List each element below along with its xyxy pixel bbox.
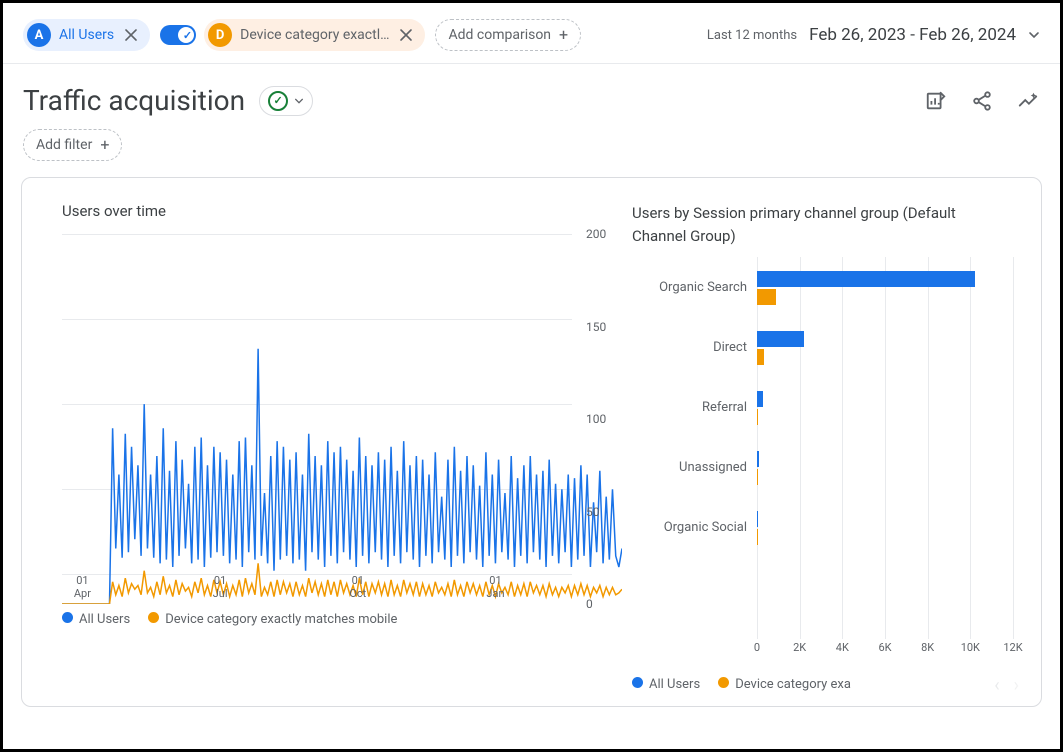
y-tick: 0 [580,597,622,611]
bar-label: Referral [632,400,757,415]
bar-row: Direct [632,317,1013,377]
bar-row: Organic Search [632,257,1013,317]
date-range-value: Feb 26, 2023 - Feb 26, 2024 [809,25,1016,45]
x-tick: 4K [836,641,849,654]
users-by-channel-panel: Users by Session primary channel group (… [632,202,1023,692]
check-icon: ✓ [183,29,192,42]
bar-label: Unassigned [632,460,757,475]
chart-title: Users by Session primary channel group (… [632,202,1023,247]
y-tick: 150 [580,320,622,334]
add-comparison-button[interactable]: Add comparison + [435,19,581,51]
bar-label: Direct [632,340,757,355]
bar-label: Organic Search [632,280,757,295]
chart-title: Users over time [62,202,622,220]
chevron-down-icon [1028,26,1040,45]
comparison-chip-all-users[interactable]: A All Users [23,19,150,51]
bar-row: Unassigned [632,437,1013,497]
users-over-time-panel: Users over time 01Apr 01Jul 01Oct 01Jan 0 50… [62,202,622,692]
y-tick: 50 [580,505,622,519]
bar [757,391,763,407]
x-tick: 12K [1003,641,1022,654]
bar [757,289,776,305]
y-tick: 200 [580,227,622,241]
add-filter-label: Add filter [36,137,92,153]
bar [757,349,764,365]
add-comparison-label: Add comparison [448,27,551,43]
chevron-down-icon [294,91,304,110]
bar [757,409,758,425]
title-row: Traffic acquisition ✓ [3,64,1060,123]
x-tick: 2K [793,641,806,654]
bar [757,271,975,287]
x-tick: 01Jul [213,574,228,600]
prev-icon[interactable]: ‹ [994,677,999,692]
filter-row: Add filter + [3,123,1060,177]
legend-item-device: Device category exa [718,677,851,692]
comparison-chip-device[interactable]: D Device category exactl… [204,19,425,51]
legend-item-all: All Users [62,612,130,627]
check-circle-icon: ✓ [268,91,288,111]
legend-dot-icon [148,612,159,623]
x-tick: 01Apr [74,574,91,600]
badge-d-icon: D [208,23,232,47]
chip-label: All Users [59,27,114,43]
bar [757,511,758,527]
date-range-picker[interactable]: Last 12 months Feb 26, 2023 - Feb 26, 20… [707,25,1040,45]
x-tick: 01Jan [486,574,504,600]
page-title: Traffic acquisition [23,84,245,117]
customize-report-icon[interactable] [924,89,948,113]
close-icon[interactable] [122,26,140,44]
title-actions [924,89,1040,113]
next-icon[interactable]: › [1014,677,1019,692]
x-tick: 8K [921,641,934,654]
pagination-nav: ‹ › [994,677,1019,692]
insights-icon[interactable] [1016,89,1040,113]
charts-card: Users over time 01Apr 01Jul 01Oct 01Jan 0 50… [21,177,1042,707]
add-filter-button[interactable]: Add filter + [23,129,122,161]
legend-item-all: All Users [632,677,700,692]
comparison-toggle[interactable]: ✓ [160,25,196,45]
plus-icon: + [100,137,109,153]
share-icon[interactable] [970,89,994,113]
bar [757,451,759,467]
x-tick: 10K [961,641,980,654]
legend: All Users Device category exactly matche… [62,612,622,627]
legend-dot-icon [718,677,729,688]
bar-row: Referral [632,377,1013,437]
badge-a-icon: A [27,23,51,47]
status-dropdown[interactable]: ✓ [259,86,313,116]
plus-icon: + [559,27,568,43]
bar-chart: Organic Search Direct Referral Unassigned Or… [632,257,1023,669]
line-chart: 01Apr01Jul01Oct01Jan 050100150200 [62,234,622,604]
bar-label: Organic Social [632,520,757,535]
x-tick: 6K [878,641,891,654]
bar [757,331,804,347]
x-tick: 01Oct [349,574,366,600]
legend-item-device: Device category exactly matches mobile [148,612,397,627]
legend-dot-icon [62,612,73,623]
comparison-bar: A All Users ✓ D Device category exactl… … [3,3,1060,64]
legend-dot-icon [632,677,643,688]
legend: All Users Device category exa ‹ › [632,677,1023,692]
chip-label: Device category exactl… [240,27,389,43]
bar-row: Organic Social [632,497,1013,557]
x-tick: 0 [754,641,760,654]
y-tick: 100 [580,412,622,426]
close-icon[interactable] [397,26,415,44]
date-range-label: Last 12 months [707,28,797,43]
